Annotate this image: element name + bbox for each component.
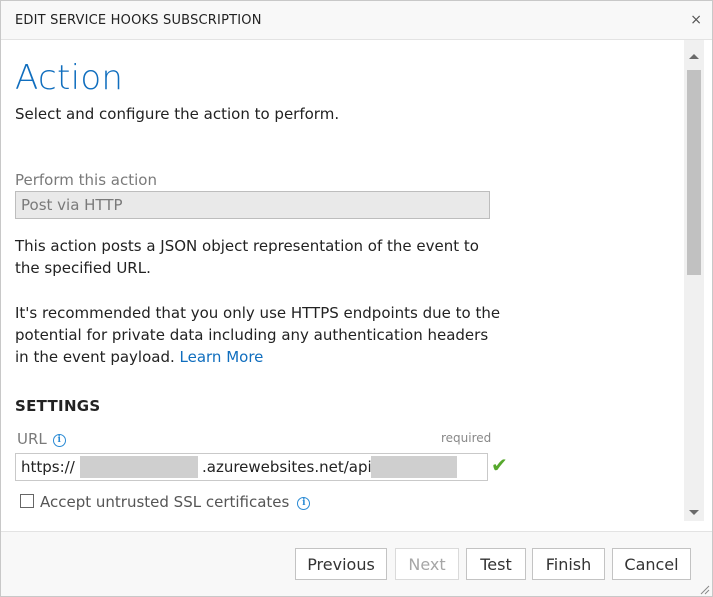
resize-grip-icon[interactable] [698, 583, 710, 595]
accept-ssl-checkbox[interactable] [20, 494, 34, 508]
next-button[interactable]: Next [395, 548, 459, 580]
perform-action-field: Post via HTTP [15, 191, 490, 219]
learn-more-link[interactable]: Learn More [180, 348, 264, 366]
cancel-button[interactable]: Cancel [612, 548, 691, 580]
accept-ssl-row: Accept untrusted SSL certificates i [20, 493, 311, 511]
edit-service-hooks-dialog: EDIT SERVICE HOOKS SUBSCRIPTION × Action… [0, 0, 713, 597]
url-label: URL [17, 430, 47, 448]
url-required-indicator: required [441, 431, 492, 445]
dialog-footer: Previous Next Test Finish Cancel [1, 531, 712, 596]
vertical-scrollbar[interactable] [684, 40, 704, 521]
scroll-down-arrow-icon[interactable] [689, 510, 699, 515]
test-button[interactable]: Test [466, 548, 526, 580]
redacted-block [371, 456, 457, 478]
info-icon[interactable]: i [52, 434, 66, 447]
dialog-content: Action Select and configure the action t… [1, 40, 683, 521]
accept-ssl-label[interactable]: Accept untrusted SSL certificates [40, 493, 289, 511]
finish-button[interactable]: Finish [532, 548, 605, 580]
page-title: Action [15, 58, 124, 98]
action-description: This action posts a JSON object represen… [15, 237, 479, 277]
previous-button[interactable]: Previous [295, 548, 387, 580]
url-prefix: https:// [21, 458, 75, 476]
close-icon[interactable]: × [690, 10, 702, 30]
perform-action-label: Perform this action [15, 171, 157, 189]
scroll-up-arrow-icon[interactable] [689, 54, 699, 59]
settings-heading: SETTINGS [15, 397, 101, 415]
url-domain: .azurewebsites.net/api/ [202, 458, 377, 476]
url-input[interactable]: https:// .azurewebsites.net/api/ [15, 453, 488, 481]
checkmark-icon: ✔ [491, 453, 508, 477]
dialog-title: EDIT SERVICE HOOKS SUBSCRIPTION [15, 13, 262, 28]
redacted-block [80, 456, 198, 478]
https-recommendation: It's recommended that you only use HTTPS… [15, 302, 505, 368]
page-subtitle: Select and configure the action to perfo… [15, 105, 340, 123]
dialog-titlebar: EDIT SERVICE HOOKS SUBSCRIPTION × [1, 1, 712, 40]
info-icon[interactable]: i [297, 497, 311, 510]
url-label-row: URL i [17, 430, 66, 448]
scrollbar-thumb[interactable] [687, 70, 701, 275]
